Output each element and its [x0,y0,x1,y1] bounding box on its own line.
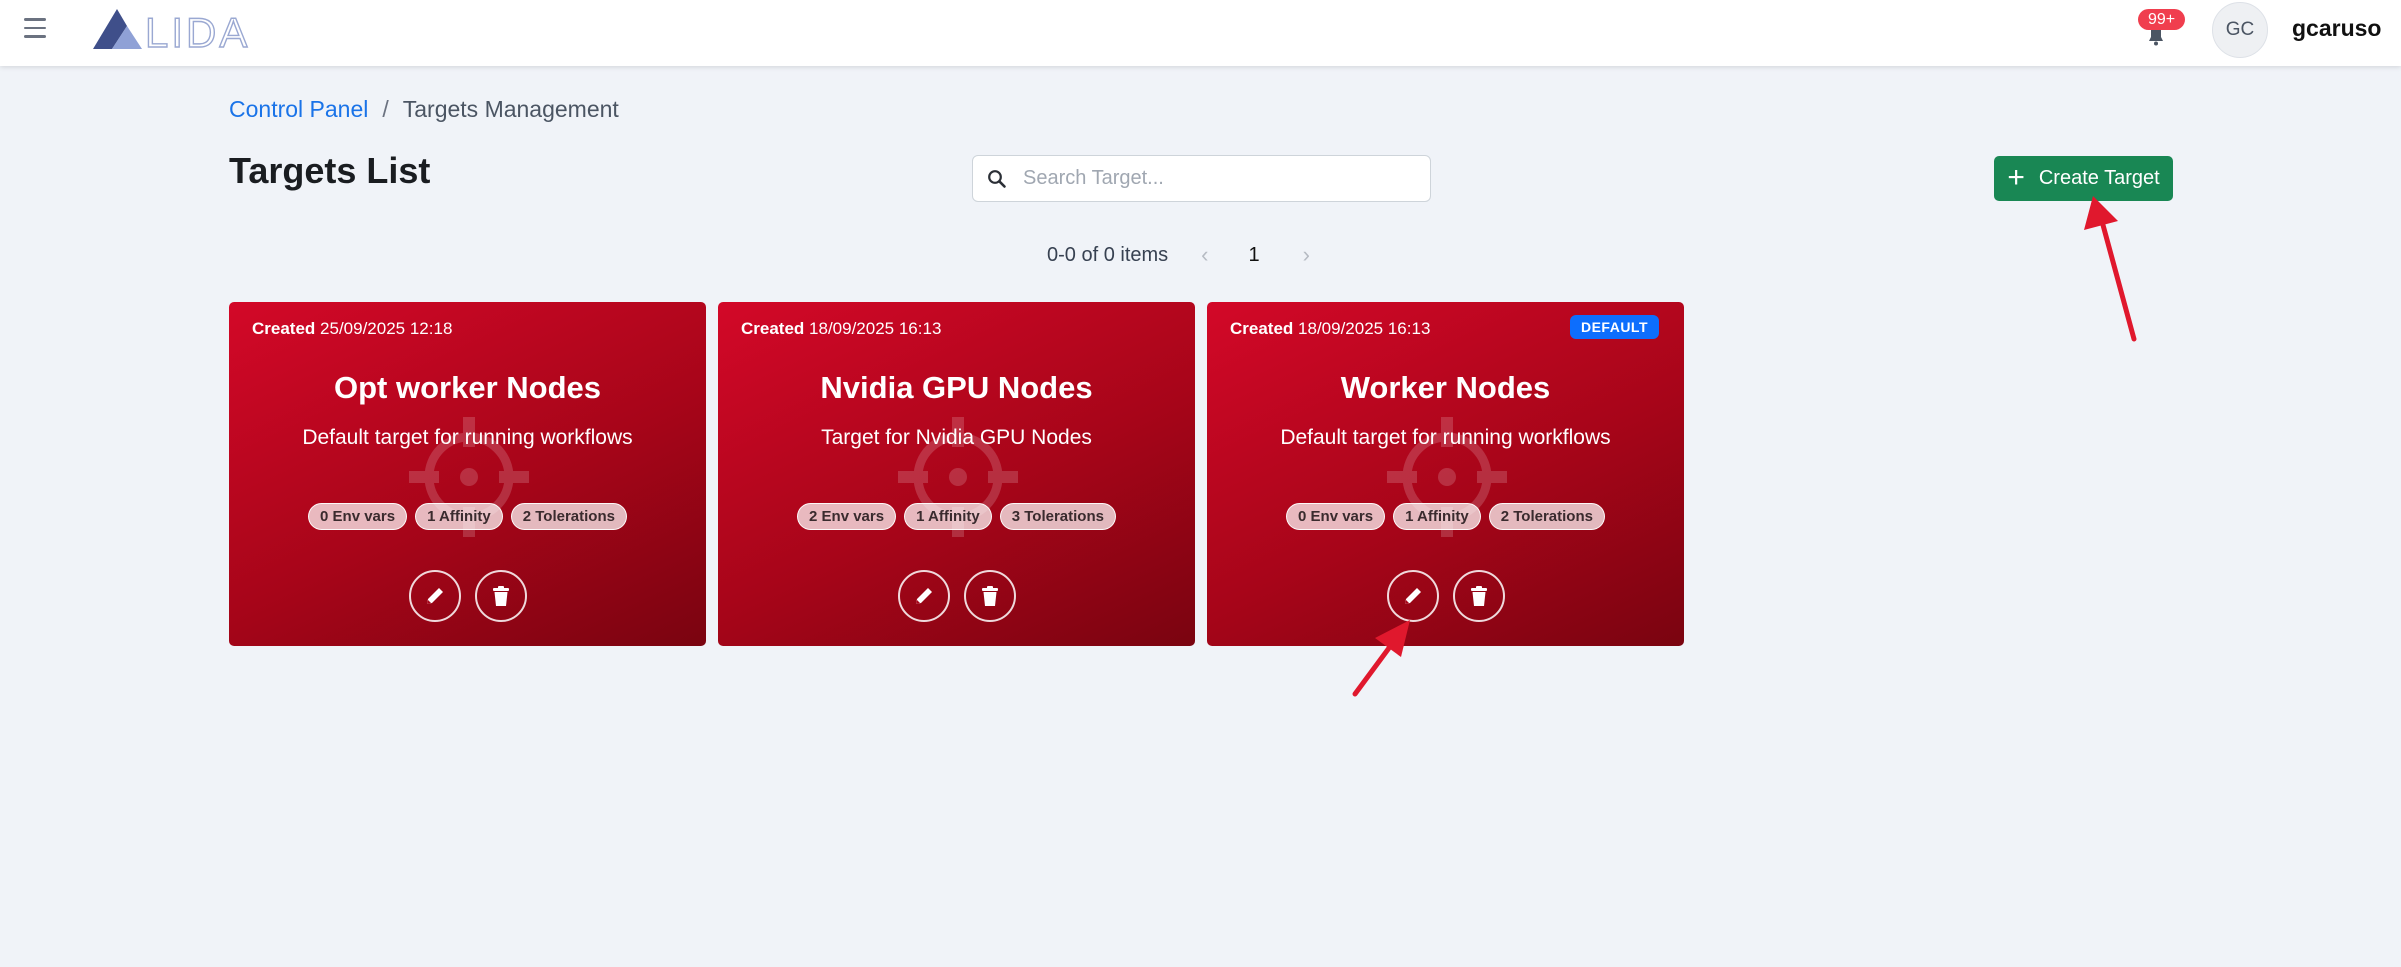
annotation-arrow-create [2084,196,2137,342]
notification-badge: 99+ [2138,9,2186,30]
top-navbar: LIDA 99+ GC gcaruso [0,0,2401,66]
affinity-chip: 1 Affinity [904,503,992,530]
pencil-icon [915,588,932,604]
breadcrumb-control-panel-link[interactable]: Control Panel [229,96,368,123]
pagination-summary: 0-0 of 0 items [1047,243,1169,266]
chevron-right-icon[interactable]: › [1303,242,1310,268]
trash-icon [492,586,509,606]
search-box [972,155,1431,202]
card-actions [718,570,1195,622]
affinity-chip: 1 Affinity [415,503,503,530]
card-created: Created 25/09/2025 12:18 [252,319,452,339]
card-chips: 2 Env vars 1 Affinity 3 Tolerations [718,503,1195,530]
avatar[interactable]: GC [2212,2,2268,58]
pagination-page-1[interactable]: 1 [1249,244,1260,267]
env-vars-chip: 0 Env vars [1286,503,1386,530]
target-card[interactable]: Created 18/09/2025 16:13 Nvidia GPU Node… [718,302,1195,646]
tolerations-chip: 3 Tolerations [999,503,1116,530]
tolerations-chip: 2 Tolerations [1488,503,1605,530]
delete-button[interactable] [1452,570,1505,622]
created-date: 25/09/2025 12:18 [320,319,453,338]
card-title: Worker Nodes [1340,370,1551,405]
breadcrumb-current: Targets Management [402,96,619,122]
search-input[interactable] [1023,167,1403,190]
create-target-button[interactable]: + Create Target [1994,156,2173,201]
card-actions [1207,570,1684,622]
edit-button[interactable] [897,570,950,622]
target-card[interactable]: Created 25/09/2025 12:18 Opt worker Node… [229,302,706,646]
card-created: Created 18/09/2025 16:13 [741,319,941,339]
chevron-left-icon[interactable]: ‹ [1201,242,1208,268]
tolerations-chip: 2 Tolerations [510,503,627,530]
created-label: Created [741,319,805,338]
card-description: Target for Nvidia GPU Nodes [821,426,1092,449]
card-chips: 0 Env vars 1 Affinity 2 Tolerations [1207,503,1684,530]
created-date: 18/09/2025 16:13 [809,319,942,338]
edit-button[interactable] [408,570,461,622]
created-date: 18/09/2025 16:13 [1298,319,1431,338]
edit-button[interactable] [1386,570,1439,622]
breadcrumb-separator: / [382,96,389,122]
app-logo[interactable]: LIDA [90,4,260,54]
hamburger-menu-icon[interactable] [24,18,46,40]
trash-icon [981,586,998,606]
card-description: Default target for running workflows [302,426,633,449]
card-title: Nvidia GPU Nodes [820,370,1093,405]
env-vars-chip: 0 Env vars [308,503,408,530]
card-created: Created 18/09/2025 16:13 [1230,319,1430,339]
card-chips: 0 Env vars 1 Affinity 2 Tolerations [229,503,706,530]
target-card[interactable]: Created 18/09/2025 16:13 DEFAULT Worker … [1207,302,1684,646]
card-title: Opt worker Nodes [334,370,601,405]
username[interactable]: gcaruso [2292,15,2381,42]
create-target-label: Create Target [2038,167,2160,189]
page-title: Targets List [229,150,431,191]
delete-button[interactable] [474,570,527,622]
card-actions [229,570,706,622]
pagination: 0-0 of 0 items ‹ 1 › [1047,240,1310,270]
trash-icon [1470,586,1487,606]
pencil-icon [426,588,443,604]
pencil-icon [1404,588,1421,604]
created-label: Created [252,319,316,338]
search-icon [988,169,1006,188]
affinity-chip: 1 Affinity [1393,503,1481,530]
plus-icon: + [2007,160,2025,194]
breadcrumb: Control Panel / Targets Management [229,96,619,123]
delete-button[interactable] [963,570,1016,622]
svg-text:LIDA: LIDA [145,9,250,54]
default-badge: DEFAULT [1569,315,1659,339]
env-vars-chip: 2 Env vars [797,503,897,530]
created-label: Created [1230,319,1294,338]
card-description: Default target for running workflows [1280,426,1611,449]
